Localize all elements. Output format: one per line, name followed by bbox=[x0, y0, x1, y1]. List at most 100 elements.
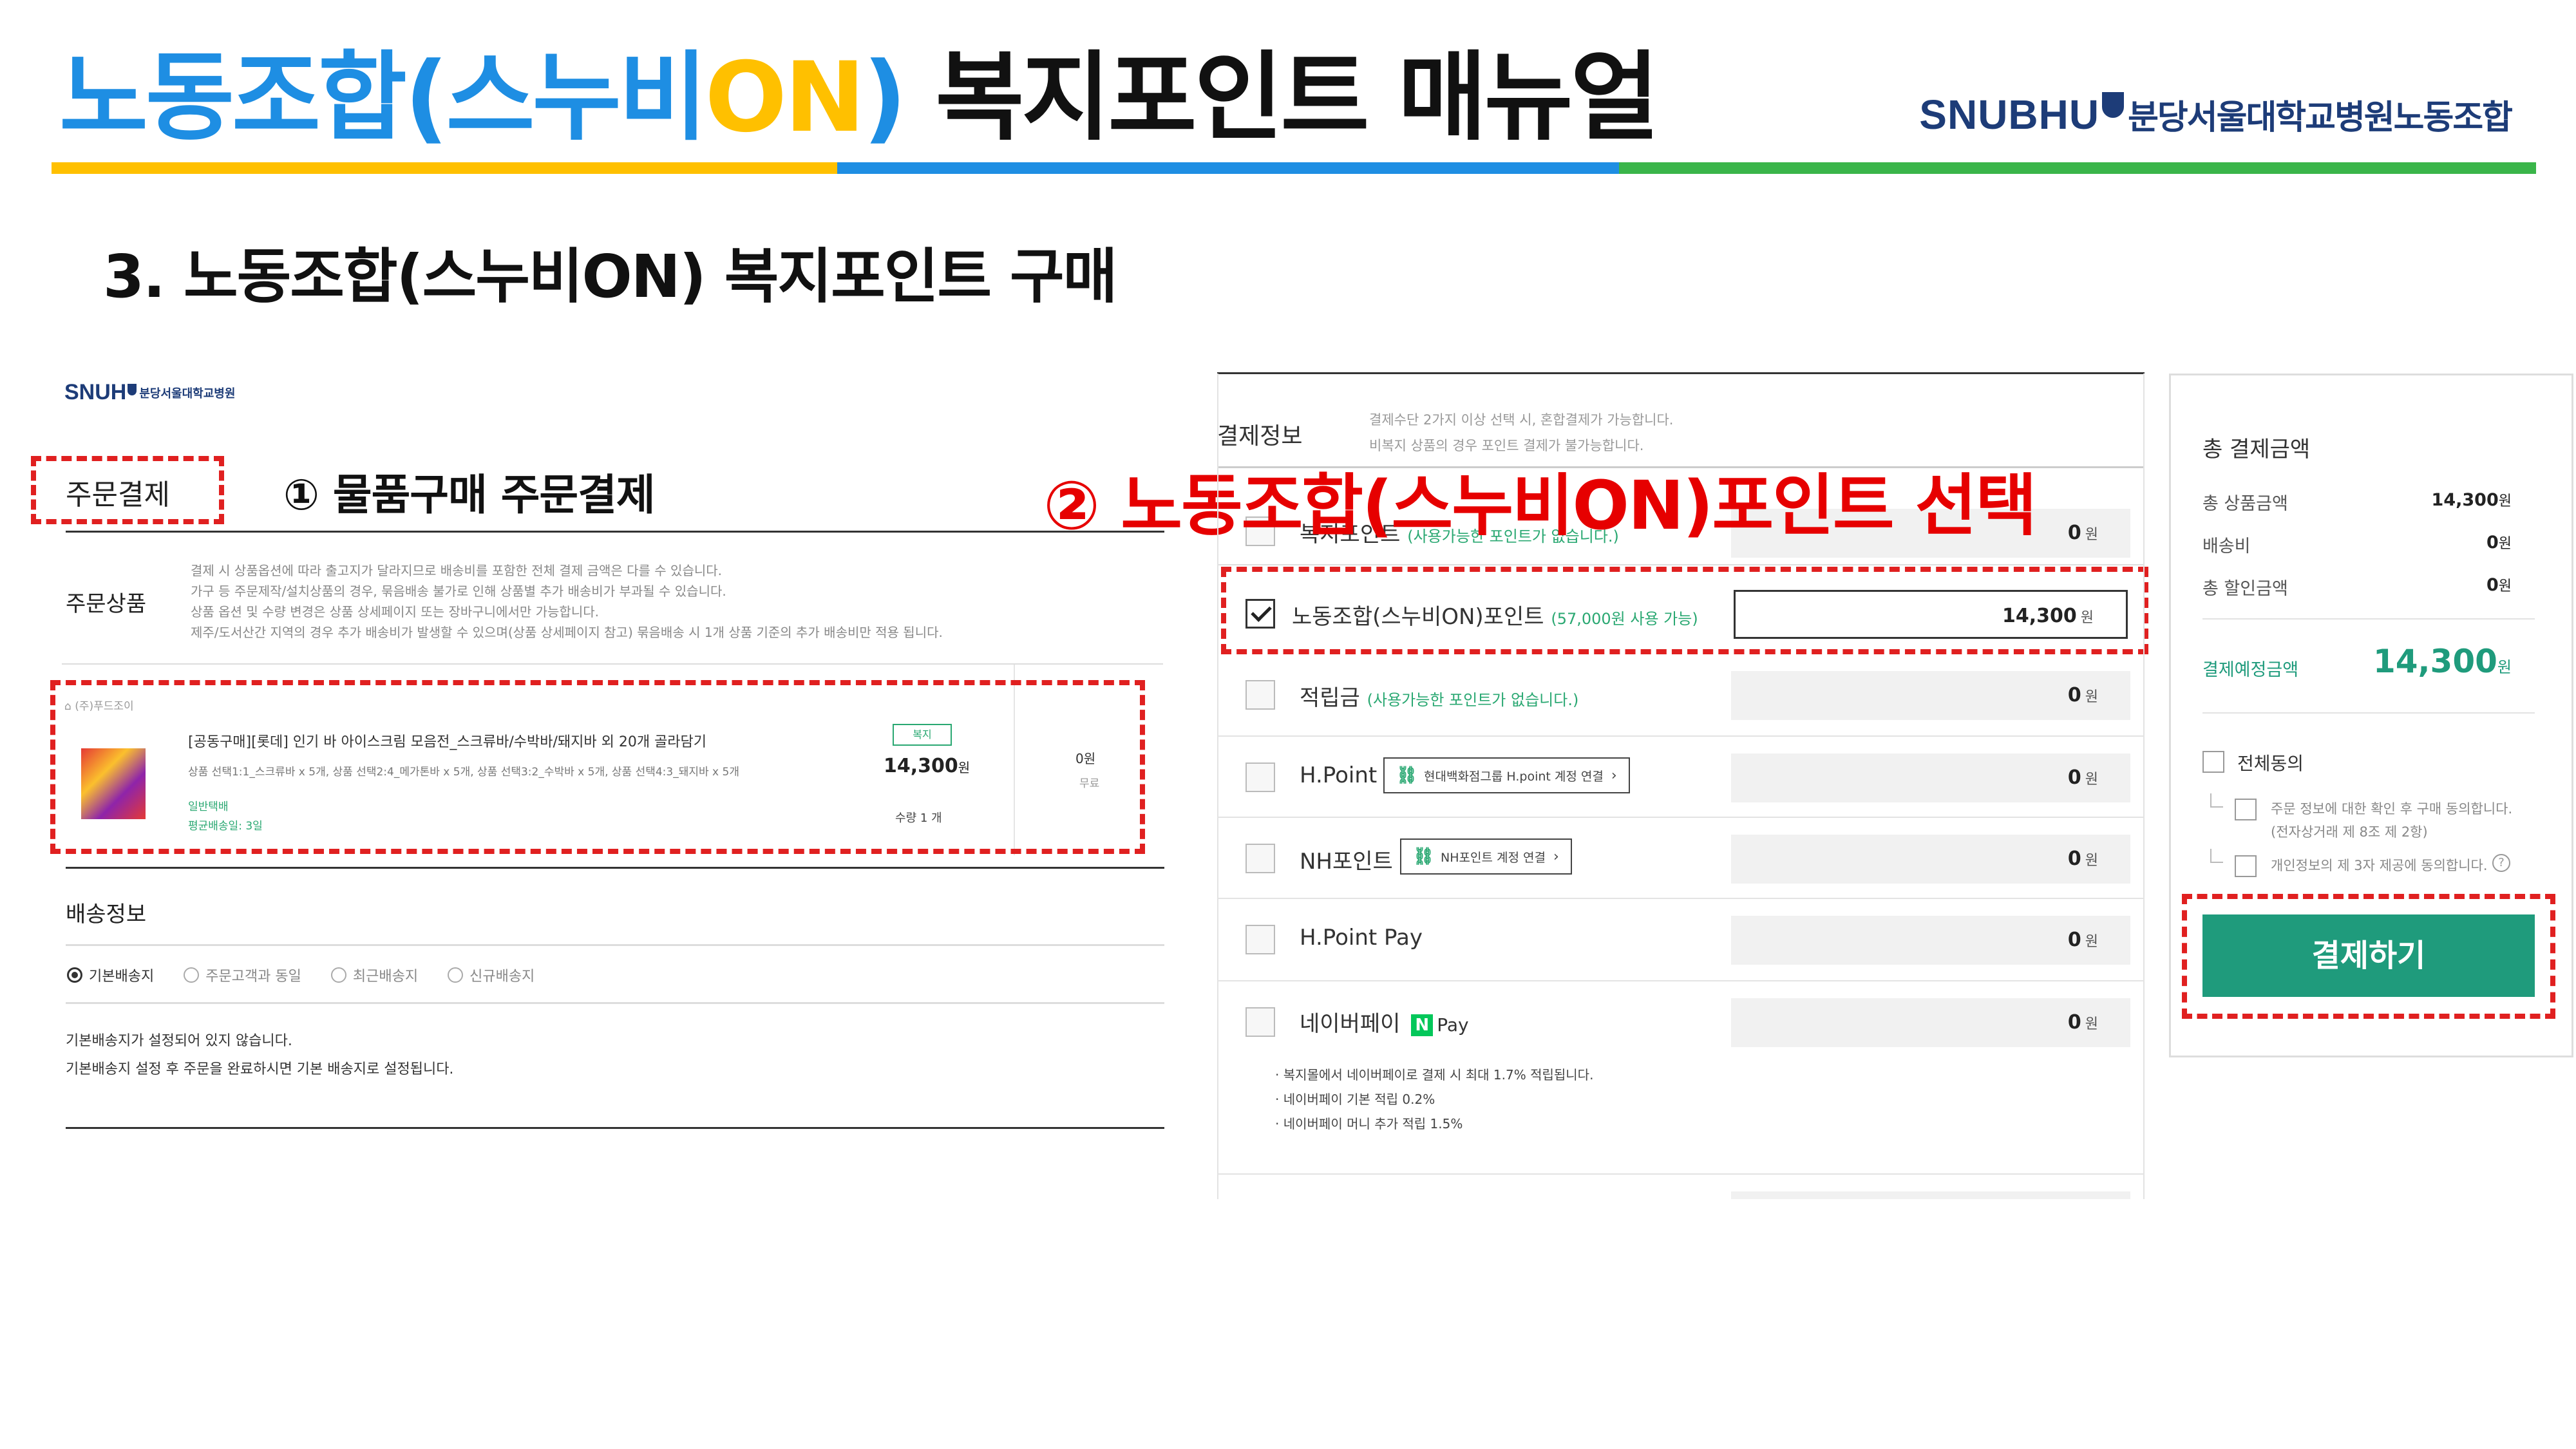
field-unit: 원 bbox=[2085, 772, 2098, 788]
header-bar-green bbox=[1619, 162, 2536, 174]
shipping-label: 배송비 bbox=[2202, 536, 2251, 556]
hpoint-pay-checkbox[interactable] bbox=[1245, 925, 1275, 954]
header-bar-yellow bbox=[52, 162, 837, 174]
product-amount-label: 총 상품금액 bbox=[2202, 494, 2288, 514]
divider bbox=[1217, 564, 2145, 565]
highlight-product bbox=[50, 680, 1145, 854]
amount-value: 0 bbox=[2486, 575, 2499, 595]
discount-label: 총 할인금액 bbox=[2202, 579, 2288, 599]
manual-title: 노동조합(스누비ON) 복지포인트 매뉴얼 bbox=[59, 40, 1660, 156]
nh-points-checkbox[interactable] bbox=[1245, 844, 1275, 873]
divider bbox=[66, 1002, 1164, 1004]
radio-icon bbox=[330, 967, 346, 983]
field-unit: 원 bbox=[2085, 527, 2098, 543]
expected-label: 결제예정금액 bbox=[2202, 660, 2299, 680]
amount-unit: 원 bbox=[2498, 578, 2512, 594]
nh-link-button[interactable]: ⛓ NH포인트 계정 연결 › bbox=[1400, 838, 1572, 875]
link-label: 현대백화점그룹 H.point 계정 연결 bbox=[1424, 769, 1604, 784]
hpoint-input[interactable]: 0원 bbox=[1731, 753, 2130, 802]
brand-logo: SNUBHU 분당서울대학교병원노동조합 bbox=[1919, 90, 2513, 138]
field-unit: 원 bbox=[2085, 934, 2098, 950]
snuh-emblem-icon bbox=[128, 383, 137, 395]
delivery-msg2: 기본배송지 설정 후 주문을 완료하시면 기본 배송지로 설정됩니다. bbox=[66, 1061, 454, 1077]
naver-pay-label: 네이버페이 N Pay bbox=[1300, 1006, 1469, 1037]
total-label: 총 결제금액 bbox=[2202, 437, 2311, 462]
reserves-input[interactable]: 0원 bbox=[1731, 671, 2130, 720]
naver-pay-text: Pay bbox=[1437, 1014, 1469, 1036]
radio-label: 주문고객과 동일 bbox=[205, 969, 301, 985]
row-label: 적립금 bbox=[1300, 685, 1360, 711]
field-edge bbox=[1731, 1191, 2130, 1199]
agree-order-checkbox[interactable] bbox=[2235, 799, 2257, 820]
field-unit: 원 bbox=[2085, 1016, 2098, 1032]
agree-all-checkbox[interactable] bbox=[2202, 751, 2224, 773]
agree-order-sublabel: (전자상거래 제 8조 제 2항) bbox=[2271, 824, 2428, 840]
snuh-logo[interactable]: SNUH 분당서울대학교병원 bbox=[64, 380, 235, 405]
title-part4: 복지포인트 매뉴얼 bbox=[904, 42, 1659, 154]
field-value: 0 bbox=[2067, 1011, 2081, 1034]
reserves-checkbox[interactable] bbox=[1245, 680, 1275, 710]
divider bbox=[66, 867, 1164, 869]
radio-label: 최근배송지 bbox=[352, 969, 419, 985]
divider bbox=[1217, 980, 2145, 981]
step1-caption: ① 물품구매 주문결제 bbox=[283, 470, 656, 520]
chevron-right-icon: › bbox=[1611, 767, 1617, 784]
snuh-logo-ko: 분당서울대학교병원 bbox=[139, 386, 236, 401]
title-part3: ) bbox=[862, 42, 907, 154]
brand-en: SNUBHU bbox=[1919, 91, 2100, 138]
help-icon[interactable]: ? bbox=[2492, 854, 2510, 872]
divider bbox=[1217, 372, 2145, 374]
agree-privacy-label: 개인정보의 제 3자 제공에 동의합니다. bbox=[2271, 858, 2488, 873]
product-amount: 14,300원 bbox=[2432, 489, 2512, 510]
radio-default-address[interactable]: 기본배송지 bbox=[67, 965, 154, 985]
agree-privacy-checkbox[interactable] bbox=[2235, 855, 2257, 877]
field-unit: 원 bbox=[2085, 853, 2098, 869]
radio-checked-icon bbox=[67, 967, 82, 983]
order-items-label: 주문상품 bbox=[66, 591, 147, 617]
snuh-logo-text: SNUH bbox=[64, 380, 127, 404]
notice-line: 결제 시 상품옵션에 따라 출고지가 달라지므로 배송비를 포함한 전체 결제 … bbox=[191, 563, 723, 578]
notice-line: 상품 옵션 및 수량 변경은 상품 상세페이지 또는 장바구니에서만 가능합니다… bbox=[191, 604, 599, 620]
hpoint-link-button[interactable]: ⛓ 현대백화점그룹 H.point 계정 연결 › bbox=[1383, 757, 1630, 793]
radio-new-address[interactable]: 신규배송지 bbox=[448, 965, 535, 985]
radio-same-as-customer[interactable]: 주문고객과 동일 bbox=[184, 965, 301, 985]
agree-all-label: 전체동의 bbox=[2237, 753, 2304, 774]
header-bar-blue bbox=[837, 162, 1619, 174]
tree-line-icon bbox=[2210, 793, 2223, 808]
highlight-union-points bbox=[1221, 567, 2148, 654]
naver-pay-notes: · 복지몰에서 네이버페이로 결제 시 최대 1.7% 적립됩니다. · 네이버… bbox=[1275, 1063, 1593, 1136]
link-label: NH포인트 계정 연결 bbox=[1441, 850, 1546, 865]
naver-pay-checkbox[interactable] bbox=[1245, 1007, 1275, 1037]
hpoint-checkbox[interactable] bbox=[1245, 762, 1275, 792]
field-unit: 원 bbox=[2085, 689, 2098, 705]
hpoint-label: H.Point bbox=[1300, 762, 1378, 788]
naver-note: · 복지몰에서 네이버페이로 결제 시 최대 1.7% 적립됩니다. bbox=[1275, 1067, 1594, 1083]
row-label: 네이버페이 bbox=[1300, 1011, 1401, 1037]
order-notices: 결제 시 상품옵션에 따라 출고지가 달라지므로 배송비를 포함한 전체 결제 … bbox=[191, 560, 943, 643]
radio-label: 신규배송지 bbox=[469, 969, 535, 985]
link-icon: ⛓ bbox=[1413, 847, 1435, 866]
radio-recent-address[interactable]: 최근배송지 bbox=[330, 965, 419, 985]
notice-line: 제주/도서산간 지역의 경우 추가 배송비가 발생할 수 있으며(상품 상세페이… bbox=[191, 625, 943, 640]
amount-value: 0 bbox=[2486, 533, 2499, 553]
radio-icon bbox=[184, 967, 200, 983]
expected-unit: 원 bbox=[2497, 658, 2512, 676]
hpoint-pay-label: H.Point Pay bbox=[1300, 925, 1423, 951]
divider bbox=[66, 1127, 1164, 1129]
field-value: 0 bbox=[2067, 848, 2081, 870]
nh-points-input[interactable]: 0원 bbox=[1731, 835, 2130, 884]
highlight-pay-button bbox=[2182, 894, 2555, 1019]
naver-pay-input[interactable]: 0원 bbox=[1731, 998, 2130, 1047]
hpoint-pay-input[interactable]: 0원 bbox=[1731, 916, 2130, 965]
naver-n-icon: N bbox=[1411, 1014, 1434, 1036]
order-label: 주문결제 bbox=[66, 478, 170, 511]
amount-unit: 원 bbox=[2498, 493, 2512, 509]
row-sub: (사용가능한 포인트가 없습니다.) bbox=[1367, 691, 1579, 709]
step2-caption: ② 노동조합(스누비ON)포인트 선택 bbox=[1043, 466, 2037, 545]
field-value: 0 bbox=[2067, 684, 2081, 706]
divider bbox=[2202, 712, 2535, 714]
chevron-right-icon: › bbox=[1553, 848, 1559, 865]
emblem-icon bbox=[2102, 91, 2125, 118]
amount-value: 14,300 bbox=[2431, 490, 2499, 510]
discount-amount: 0원 bbox=[2486, 574, 2512, 595]
